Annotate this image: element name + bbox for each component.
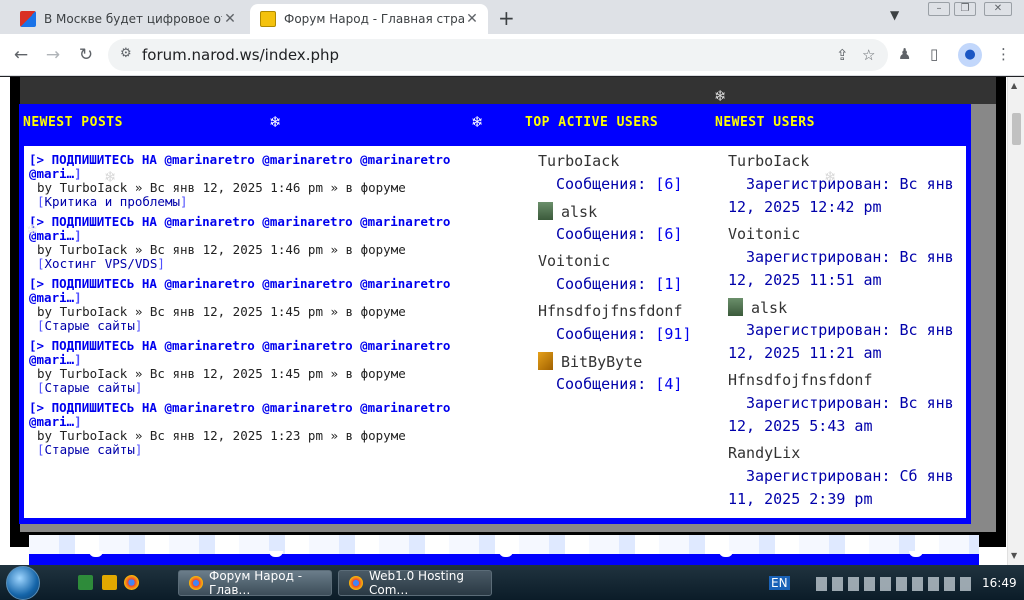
user-registered: Зарегистрирован: Вс янв 12, 2025 11:51 a… (728, 248, 954, 289)
taskbar-button-hosting[interactable]: Web1.0 Hosting Com… (338, 569, 492, 597)
alsk-avatar-icon (728, 298, 743, 316)
tab-strip: В Москве будет цифровое отс ✕ Форум Наро… (0, 0, 1024, 34)
snowflake-icon: ❄ (471, 113, 484, 131)
menu-icon[interactable]: ⋮ (996, 45, 1011, 63)
tab-title: Форум Народ - Главная стран (284, 12, 464, 26)
url-text: forum.narod.ws/index.php (142, 46, 340, 64)
post-link[interactable]: [> ПОДПИШИТЕСЬ НА @marinaretro @marinare… (29, 400, 450, 429)
taskbar: Форум Народ - Глав… Web1.0 Hosting Com… … (0, 565, 1024, 600)
forum-link[interactable]: [Критика и проблемы] (37, 195, 499, 209)
panel-body: [> ПОДПИШИТЕСЬ НА @marinaretro @marinare… (24, 146, 966, 518)
tab-forum[interactable]: Форум Народ - Главная стран ✕ (250, 4, 488, 34)
start-button[interactable] (6, 566, 40, 600)
star-icon[interactable]: ☆ (862, 46, 875, 64)
taskbar-button-forum[interactable]: Форум Народ - Глав… (178, 569, 332, 597)
user-registered: Зарегистрирован: Вс янв 12, 2025 5:43 am (728, 394, 954, 435)
scroll-down-icon[interactable]: ▼ (1011, 551, 1017, 560)
post-meta: by TurboIack » Вс янв 12, 2025 1:45 pm »… (37, 366, 406, 381)
tab-title: В Москве будет цифровое отс (44, 12, 222, 26)
post-meta: by TurboIack » Вс янв 12, 2025 1:45 pm »… (37, 304, 406, 319)
forward-icon[interactable]: → (42, 44, 64, 66)
user-link[interactable]: BitByByte (538, 352, 642, 371)
user-link[interactable]: Voitonic (728, 225, 800, 243)
close-window-icon[interactable]: ✕ (984, 2, 1012, 16)
clock[interactable]: 16:49 (982, 576, 1017, 590)
side-panel-icon[interactable]: ▯ (930, 45, 938, 63)
chrome-icon (349, 576, 363, 590)
forum-link[interactable]: [Хостинг VPS/VDS] (37, 257, 499, 271)
snowflake-icon: ❄ (714, 87, 727, 105)
share-icon[interactable]: ⇪ (836, 46, 849, 64)
page-viewport: ❄ NEWEST POSTS ❄ ❄ TOP ACTIVE USERS NEWE… (0, 77, 1024, 565)
scroll-up-icon[interactable]: ▲ (1011, 81, 1017, 90)
system-tray-icons[interactable] (816, 577, 976, 591)
restore-icon[interactable]: ❐ (954, 2, 976, 16)
user-link[interactable]: TurboIack (538, 152, 619, 170)
post-link[interactable]: [> ПОДПИШИТЕСЬ НА @marinaretro @marinare… (29, 214, 450, 243)
user-link[interactable]: RandyLix (728, 444, 800, 462)
newest-users-header: NEWEST USERS (715, 115, 815, 130)
site-info-icon[interactable]: ⚙ (120, 46, 132, 61)
user-registered: Зарегистрирован: Вс янв 12, 2025 12:42 p… (728, 175, 954, 216)
post-link[interactable]: [> ПОДПИШИТЕСЬ НА @marinaretro @marinare… (29, 152, 450, 181)
user-link[interactable]: alsk (538, 202, 597, 221)
list-item: [> ПОДПИШИТЕСЬ НА @marinaretro @marinare… (29, 277, 499, 333)
user-link[interactable]: Hfnsdfojfnsfdonf (728, 371, 873, 389)
list-item: [> ПОДПИШИТЕСЬ НА @marinaretro @marinare… (29, 339, 499, 395)
bitbybyte-avatar-icon (538, 352, 553, 370)
user-registered: Зарегистрирован: Сб янв 11, 2025 2:39 pm (728, 467, 954, 508)
address-bar[interactable]: ⚙ forum.narod.ws/index.php ⇪ ☆ (108, 39, 888, 71)
post-link[interactable]: [> ПОДПИШИТЕСЬ НА @marinaretro @marinare… (29, 276, 450, 305)
app-icon[interactable] (78, 575, 93, 590)
user-posts: Сообщения: [4] (556, 375, 683, 393)
forum-link[interactable]: [Старые сайты] (37, 319, 499, 333)
list-item: [> ПОДПИШИТЕСЬ НА @marinaretro @marinare… (29, 401, 499, 457)
alsk-avatar-icon (538, 202, 553, 220)
user-link[interactable]: alsk (728, 298, 787, 317)
forum-link[interactable]: [Старые сайты] (37, 443, 499, 457)
post-meta: by TurboIack » Вс янв 12, 2025 1:46 pm »… (37, 242, 406, 257)
snowflake-icon: ❄ (26, 221, 39, 239)
chevron-down-icon[interactable]: ▼ (890, 8, 899, 22)
forum-stats-panel: NEWEST POSTS ❄ ❄ TOP ACTIVE USERS NEWEST… (19, 104, 971, 524)
chrome-icon[interactable] (124, 575, 139, 590)
reload-icon[interactable]: ↻ (75, 44, 97, 66)
user-registered: Зарегистрирован: Вс янв 12, 2025 11:21 a… (728, 321, 954, 362)
top-bar (20, 77, 996, 104)
forum-link[interactable]: [Старые сайты] (37, 381, 499, 395)
user-posts: Сообщения: [91] (556, 325, 692, 343)
close-icon[interactable]: ✕ (464, 11, 480, 27)
scroll-thumb[interactable] (1012, 113, 1021, 145)
user-posts: Сообщения: [1] (556, 275, 683, 293)
language-indicator[interactable]: EN (769, 576, 790, 590)
post-link[interactable]: [> ПОДПИШИТЕСЬ НА @marinaretro @marinare… (29, 338, 450, 367)
top-active-users-header: TOP ACTIVE USERS (525, 115, 659, 130)
snowflake-icon: ❄ (269, 113, 282, 131)
rg-ru-icon (20, 11, 36, 27)
user-posts: Сообщения: [6] (556, 175, 683, 193)
tab-news[interactable]: В Москве будет цифровое отс ✕ (10, 4, 246, 34)
user-link[interactable]: TurboIack (728, 152, 809, 170)
post-meta: by TurboIack » Вс янв 12, 2025 1:23 pm »… (37, 428, 406, 443)
new-tab-button[interactable]: + (498, 6, 515, 30)
snow-decoration (29, 535, 979, 565)
profile-icon[interactable]: ● (958, 43, 982, 67)
user-link[interactable]: Hfnsdfojfnsfdonf (538, 302, 683, 320)
close-icon[interactable]: ✕ (222, 11, 238, 27)
back-icon[interactable]: ← (10, 44, 32, 66)
page-scrollbar[interactable]: ▲ ▼ (1007, 77, 1024, 565)
chrome-icon (189, 576, 203, 590)
list-item: [> ПОДПИШИТЕСЬ НА @marinaretro @marinare… (29, 153, 499, 209)
minimize-icon[interactable]: – (928, 2, 950, 16)
snowflake-icon: ❄ (104, 168, 117, 186)
folder-icon[interactable] (102, 575, 117, 590)
snowflake-icon: ❄ (824, 168, 837, 186)
user-posts: Сообщения: [6] (556, 225, 683, 243)
newest-posts-header: NEWEST POSTS (23, 115, 123, 130)
extensions-icon[interactable]: ♟ (898, 45, 911, 63)
user-link[interactable]: Voitonic (538, 252, 610, 270)
browser-toolbar: ← → ↻ ⚙ forum.narod.ws/index.php ⇪ ☆ ♟ ▯… (0, 34, 1024, 76)
list-item: [> ПОДПИШИТЕСЬ НА @marinaretro @marinare… (29, 215, 499, 271)
smiley-icon (260, 11, 276, 27)
